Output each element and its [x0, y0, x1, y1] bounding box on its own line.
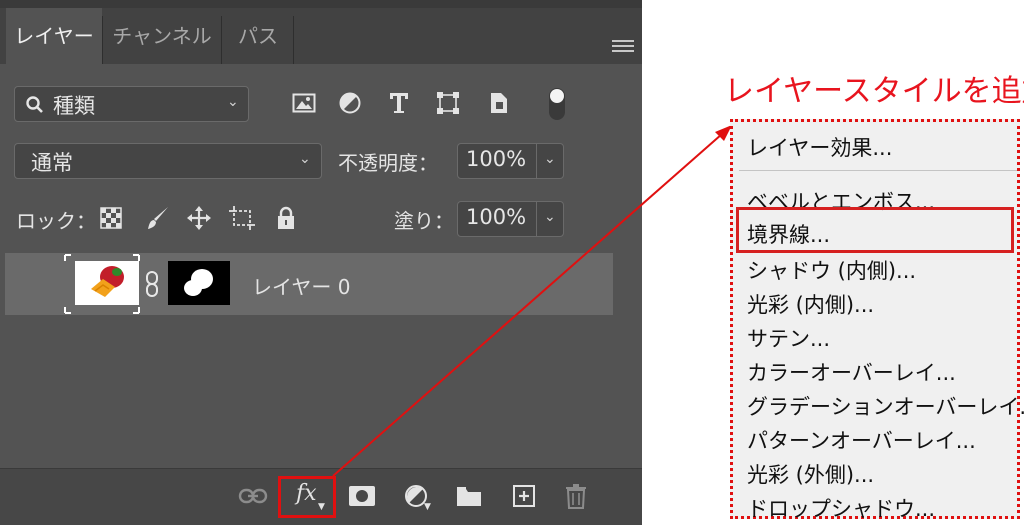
menu-item-outer-glow[interactable]: 光彩 (外側)... [747, 459, 874, 489]
menu-item-gradient-overlay[interactable]: グラデーションオーバーレイ... [747, 391, 1024, 421]
menu-item-satin[interactable]: サテン... [747, 323, 830, 353]
stroke-highlight-box [736, 207, 1014, 253]
menu-item-inner-glow[interactable]: 光彩 (内側)... [747, 289, 874, 319]
menu-item-inner-shadow[interactable]: シャドウ (内側)... [747, 255, 916, 285]
menu-item-layer-effects[interactable]: レイヤー効果... [747, 132, 892, 162]
menu-separator [739, 170, 1017, 171]
menu-item-drop-shadow[interactable]: ドロップシャドウ... [747, 493, 935, 523]
menu-item-color-overlay[interactable]: カラーオーバーレイ... [747, 357, 956, 387]
callout-title: レイヤースタイルを追加 [724, 74, 1024, 109]
layer-style-menu: レイヤー効果... ベベルとエンボス... 境界線... シャドウ (内側)..… [730, 119, 1024, 521]
menu-item-pattern-overlay[interactable]: パターンオーバーレイ... [747, 425, 976, 455]
